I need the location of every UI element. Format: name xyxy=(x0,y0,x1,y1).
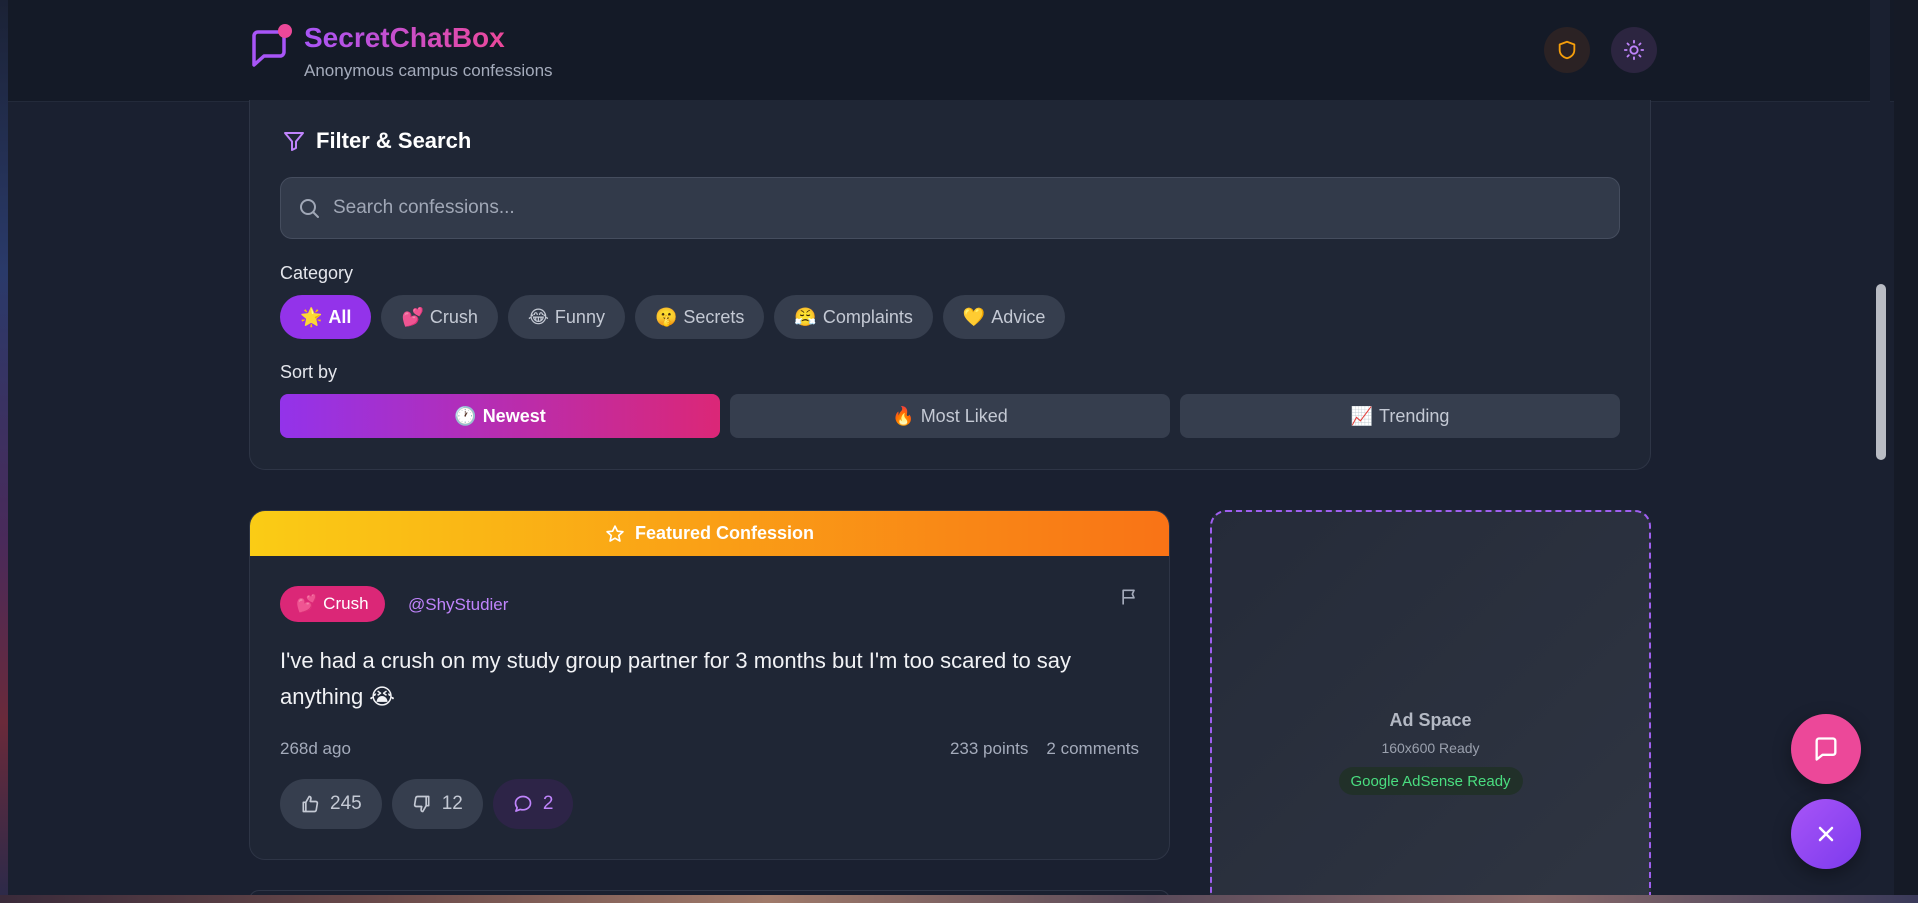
confession-text: I've had a crush on my study group partn… xyxy=(280,648,1072,709)
ad-status-badge: Google AdSense Ready xyxy=(1338,767,1523,795)
yellow-heart-emoji-icon: 💛 xyxy=(962,306,986,327)
like-button[interactable]: 245 xyxy=(280,779,382,829)
filter-panel: Filter & Search Category 🌟 All 💕 Crush 😂… xyxy=(249,100,1651,470)
notification-dot xyxy=(278,24,292,38)
post-actions: 245 12 2 xyxy=(280,779,574,829)
theme-toggle-button[interactable] xyxy=(1611,27,1657,73)
page-scrollbar[interactable] xyxy=(1870,0,1890,895)
brand-tagline: Anonymous campus confessions xyxy=(304,61,553,80)
sort-most-liked-button[interactable]: 🔥 Most Liked xyxy=(730,394,1170,438)
thumbs-up-icon xyxy=(302,795,319,813)
category-badge[interactable]: 💕 Crush xyxy=(280,586,385,622)
ad-title: Ad Space xyxy=(1389,710,1472,730)
next-confession-card xyxy=(249,890,1170,895)
open-chat-button[interactable] xyxy=(1791,714,1861,784)
app-page: SecretChatBox Anonymous campus confessio… xyxy=(8,0,1894,895)
category-label: Category xyxy=(280,263,354,283)
sort-newest-button[interactable]: 🕐 Newest xyxy=(280,394,720,438)
chip-label: Secrets xyxy=(683,306,745,327)
sort-label-text: Most Liked xyxy=(920,405,1008,426)
points-count: 233 points xyxy=(949,739,1029,758)
star-emoji-icon: 🌟 xyxy=(300,306,323,327)
chip-label: Crush xyxy=(429,306,478,327)
chip-label: Funny xyxy=(554,306,605,327)
filter-heading: Filter & Search xyxy=(282,128,471,154)
chart-emoji-icon: 📈 xyxy=(1350,405,1374,426)
report-flag-icon[interactable] xyxy=(1119,587,1139,607)
category-badge-label: Crush xyxy=(323,594,369,613)
featured-confession-card: Featured Confession 💕 Crush @ShyStudier … xyxy=(249,510,1170,860)
search-icon xyxy=(300,199,319,218)
category-chip-crush[interactable]: 💕 Crush xyxy=(381,295,498,339)
category-chip-funny[interactable]: 😂 Funny xyxy=(507,295,625,339)
featured-label: Featured Confession xyxy=(634,523,815,543)
admin-shield-button[interactable] xyxy=(1544,27,1590,73)
close-icon xyxy=(1818,826,1834,842)
sort-options: 🕐 Newest 🔥 Most Liked 📈 Trending xyxy=(280,394,1620,438)
close-menu-button[interactable] xyxy=(1791,799,1861,869)
comment-count: 2 xyxy=(542,793,554,814)
steam-emoji-icon: 😤 xyxy=(794,306,817,327)
chip-label: Complaints xyxy=(822,306,913,327)
clock-emoji-icon: 🕐 xyxy=(454,405,477,426)
category-chip-all[interactable]: 🌟 All xyxy=(280,295,372,339)
heart-emoji-icon: 💕 xyxy=(296,594,318,613)
chip-label: Advice xyxy=(991,306,1046,327)
sort-trending-button[interactable]: 📈 Trending xyxy=(1180,394,1620,438)
author-handle[interactable]: @ShyStudier xyxy=(408,595,508,615)
post-stats: 233 points 2 comments xyxy=(950,739,1139,759)
like-count: 245 xyxy=(330,793,362,814)
filter-icon xyxy=(284,132,304,151)
sort-label-text: Trending xyxy=(1379,405,1450,426)
brand-title[interactable]: SecretChatBox xyxy=(304,22,505,54)
dislike-count: 12 xyxy=(441,793,463,814)
category-chips: 🌟 All 💕 Crush 😂 Funny 🤫 Secrets 😤 Compla… xyxy=(280,295,1066,339)
top-header: SecretChatBox Anonymous campus confessio… xyxy=(8,0,1894,102)
scrollbar-thumb[interactable] xyxy=(1876,284,1886,460)
comments-button[interactable]: 2 xyxy=(492,779,574,829)
chip-label: All xyxy=(328,306,352,327)
star-icon xyxy=(606,524,624,542)
category-chip-complaints[interactable]: 😤 Complaints xyxy=(774,295,933,339)
shield-icon xyxy=(1558,40,1576,60)
laugh-emoji-icon: 😂 xyxy=(527,306,549,327)
category-chip-secrets[interactable]: 🤫 Secrets xyxy=(634,295,765,339)
ad-size: 160x600 Ready xyxy=(1381,740,1480,756)
post-timestamp: 268d ago xyxy=(280,739,351,758)
heart-emoji-icon: 💕 xyxy=(401,306,424,327)
comment-icon xyxy=(514,795,532,812)
search-box[interactable] xyxy=(280,177,1620,239)
filter-title: Filter & Search xyxy=(316,128,472,153)
thumbs-down-icon xyxy=(413,795,430,813)
category-chip-advice[interactable]: 💛 Advice xyxy=(942,295,1066,339)
sun-icon xyxy=(1623,39,1645,61)
comments-count: 2 comments xyxy=(1046,739,1139,758)
shush-emoji-icon: 🤫 xyxy=(654,306,678,327)
sort-label-text: Newest xyxy=(482,405,546,426)
message-square-icon xyxy=(1815,737,1837,761)
featured-banner: Featured Confession xyxy=(250,511,1169,556)
ad-space: Ad Space 160x600 Ready Google AdSense Re… xyxy=(1210,510,1651,895)
search-input[interactable] xyxy=(333,197,1533,219)
sort-label: Sort by xyxy=(280,362,338,382)
dislike-button[interactable]: 12 xyxy=(391,779,483,829)
fire-emoji-icon: 🔥 xyxy=(892,405,915,426)
